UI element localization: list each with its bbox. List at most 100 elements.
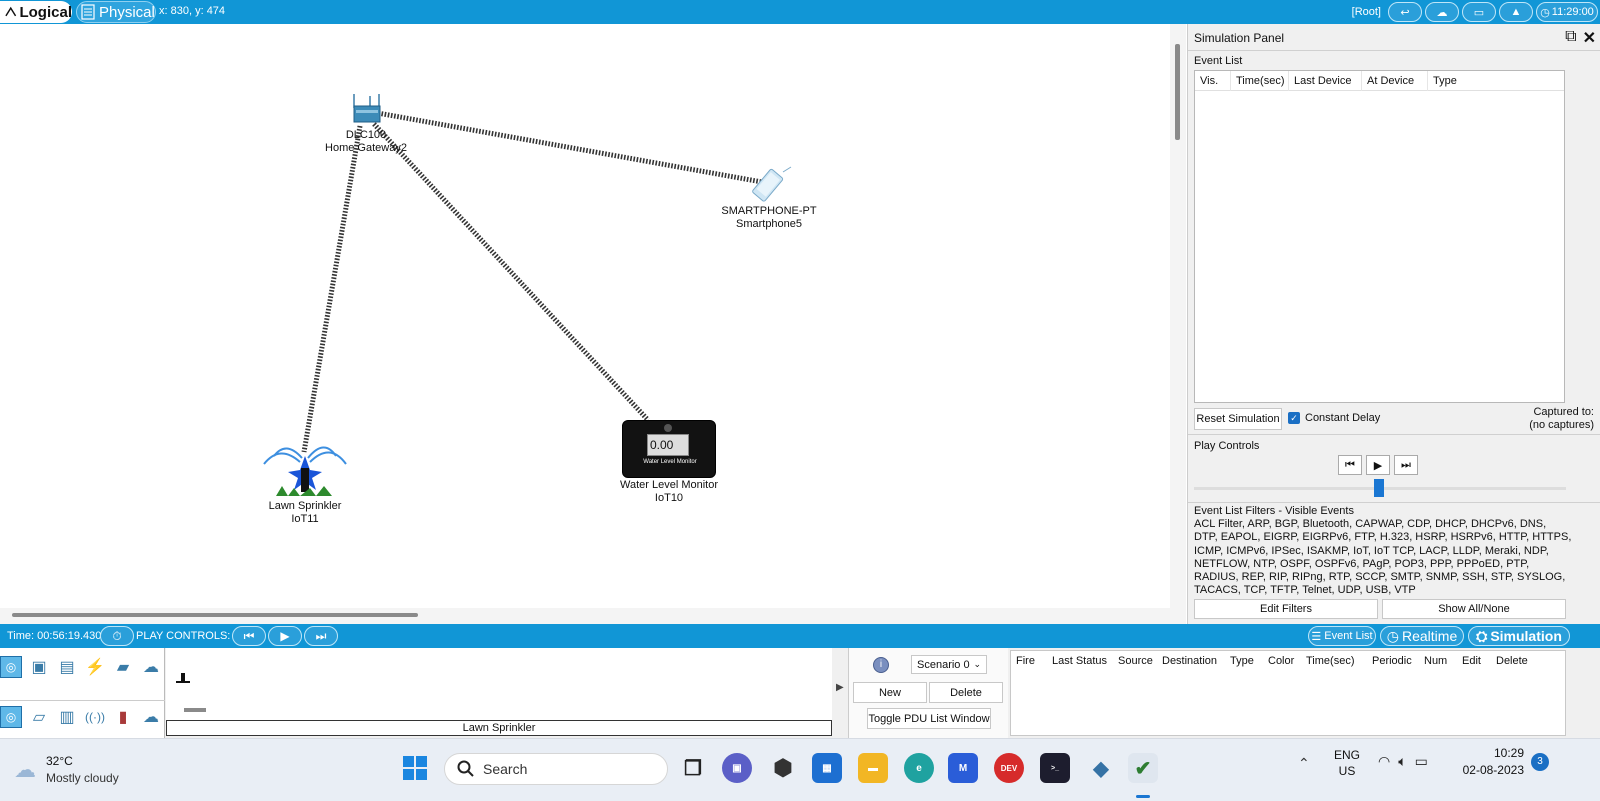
taskbar-clock[interactable]: 10:29 02-08-2023 <box>1458 745 1524 779</box>
task-view-button[interactable]: ❐ <box>678 753 708 783</box>
routers-subcategory[interactable]: ◎ <box>0 706 22 728</box>
weather-widget[interactable]: ☁ 32°C Mostly cloudy <box>12 751 142 791</box>
miscellaneous-category[interactable]: ▰ <box>112 656 134 678</box>
expand-arrow-icon[interactable]: ▶ <box>836 682 844 693</box>
bottom-play-button[interactable]: ▶ <box>268 626 302 646</box>
device-list[interactable] <box>166 648 832 720</box>
components-category[interactable]: ▤ <box>56 656 78 678</box>
pdu-col-last-status[interactable]: Last Status <box>1049 655 1115 667</box>
workspace-vertical-scrollbar[interactable] <box>1170 24 1186 608</box>
tab-physical[interactable]: Physical <box>76 1 156 23</box>
pdu-col-num[interactable]: Num <box>1421 655 1459 667</box>
constant-delay-checkbox[interactable]: ✓ <box>1288 412 1300 424</box>
edge-button[interactable]: e <box>904 753 934 783</box>
col-vis[interactable]: Vis. <box>1195 70 1231 91</box>
monitor-screen-caption: Water Level Monitor <box>643 459 697 465</box>
water-level-monitor-device[interactable]: 0.00 Water Level Monitor <box>622 420 716 478</box>
workspace-horizontal-scrollbar[interactable] <box>0 608 1186 624</box>
pdu-col-fire[interactable]: Fire <box>1011 655 1049 667</box>
pdu-list-table[interactable]: Fire Last Status Source Destination Type… <box>1010 650 1566 736</box>
teams-button[interactable]: ▣ <box>722 753 752 783</box>
home-gateway-device[interactable] <box>352 94 384 124</box>
app-ms-button[interactable]: M <box>948 753 978 783</box>
col-last-device[interactable]: Last Device <box>1289 70 1362 91</box>
bottom-step-forward-button[interactable]: ⏭ <box>304 626 338 646</box>
python-button[interactable]: ◆ <box>1086 753 1116 783</box>
pdu-col-time[interactable]: Time(sec) <box>1303 655 1369 667</box>
devcpp-icon: DEV <box>1000 763 1018 773</box>
pdu-col-periodic[interactable]: Periodic <box>1369 655 1421 667</box>
show-all-none-button[interactable]: Show All/None <box>1382 599 1566 619</box>
clock-button[interactable]: ◷ 11:29:00 <box>1536 2 1598 22</box>
col-at-device[interactable]: At Device <box>1362 70 1428 91</box>
network-devices-category[interactable]: ◎ <box>0 656 22 678</box>
simulation-panel-title: Simulation Panel <box>1194 31 1285 45</box>
multiuser-category[interactable]: ☁ <box>140 656 162 678</box>
close-icon[interactable]: ✕ <box>1583 28 1596 48</box>
reset-simulation-button[interactable]: Reset Simulation <box>1194 408 1282 430</box>
root-breadcrumb[interactable]: [Root] <box>1352 6 1381 18</box>
pdu-col-color[interactable]: Color <box>1265 655 1303 667</box>
event-list-toggle-button[interactable]: ☰ Event List <box>1308 626 1376 646</box>
packet-tracer-button[interactable]: ✔ <box>1128 753 1158 783</box>
simulation-mode-button[interactable]: ⛭ Simulation <box>1468 626 1570 646</box>
event-list-header: Vis. Time(sec) Last Device At Device Typ… <box>1195 70 1564 91</box>
event-list-table[interactable]: Vis. Time(sec) Last Device At Device Typ… <box>1194 70 1565 403</box>
horizontal-scroll-thumb[interactable] <box>12 613 418 617</box>
devcpp-button[interactable]: DEV <box>994 753 1024 783</box>
info-icon[interactable]: i <box>873 657 889 673</box>
connections-category[interactable]: ⚡ <box>84 656 106 678</box>
top-right-controls: [Root] ↩ ☁ ▭ ▲ ◷ 11:29:00 <box>1352 1 1598 23</box>
chevron-up-icon[interactable]: ⌃ <box>1298 755 1310 772</box>
vertical-scroll-thumb[interactable] <box>1175 44 1180 140</box>
logical-workspace[interactable]: DLC100 Home Gateway2 SMARTPHONE-PT Smart… <box>0 24 1170 608</box>
scenario-select[interactable]: Scenario 0 ⌄ <box>911 655 987 674</box>
active-app-indicator <box>1136 795 1150 798</box>
wireless-subcategory[interactable]: ((·)) <box>84 706 106 728</box>
pdu-col-delete[interactable]: Delete <box>1493 655 1543 667</box>
viewport-button[interactable]: ▭ <box>1462 2 1496 22</box>
pdu-col-edit[interactable]: Edit <box>1459 655 1493 667</box>
end-devices-category[interactable]: ▣ <box>28 656 50 678</box>
pdu-col-source[interactable]: Source <box>1115 655 1159 667</box>
col-time[interactable]: Time(sec) <box>1231 70 1289 91</box>
app-cube-button[interactable]: ⬢ <box>768 753 798 783</box>
lawn-sprinkler-item[interactable] <box>176 672 190 683</box>
wireless-icon: ((·)) <box>85 710 105 724</box>
language-indicator[interactable]: ENG US <box>1334 747 1360 779</box>
back-button[interactable]: ↩ <box>1388 2 1422 22</box>
pdu-col-type[interactable]: Type <box>1227 655 1265 667</box>
system-tray-icons[interactable]: ◠ 🔈︎ ▭ <box>1378 753 1428 770</box>
edit-filters-button[interactable]: Edit Filters <box>1194 599 1378 619</box>
step-forward-button[interactable]: ⏭ <box>1394 455 1418 475</box>
microsoft-store-button[interactable]: ▦ <box>812 753 842 783</box>
background-image-button[interactable]: ▲ <box>1499 2 1533 22</box>
wan-emulation-subcategory[interactable]: ☁ <box>140 706 162 728</box>
constant-delay-option[interactable]: ✓ Constant Delay <box>1288 412 1380 424</box>
restore-window-icon[interactable]: ⧉ <box>1565 28 1576 48</box>
toggle-pdu-list-button[interactable]: Toggle PDU List Window <box>867 708 991 729</box>
play-button[interactable]: ▶ <box>1366 455 1390 475</box>
terminal-button[interactable]: >_ <box>1040 753 1070 783</box>
step-back-button[interactable]: ⏮ <box>1338 455 1362 475</box>
taskbar-search-box[interactable]: Search <box>444 753 668 785</box>
new-scenario-button[interactable]: New <box>853 682 927 703</box>
notification-badge[interactable]: 3 <box>1531 753 1549 771</box>
lawn-sprinkler-device[interactable] <box>260 436 350 498</box>
file-explorer-button[interactable]: ▬ <box>858 753 888 783</box>
col-type[interactable]: Type <box>1428 71 1488 91</box>
cluster-button[interactable]: ☁ <box>1425 2 1459 22</box>
bottom-step-back-button[interactable]: ⏮ <box>232 626 266 646</box>
device-list-scroll-thumb[interactable] <box>184 708 206 712</box>
realtime-mode-button[interactable]: ◷ Realtime <box>1380 626 1464 646</box>
tab-logical[interactable]: Logical <box>0 1 72 23</box>
pdu-col-destination[interactable]: Destination <box>1159 655 1227 667</box>
hubs-subcategory[interactable]: ▥ <box>56 706 78 728</box>
security-subcategory[interactable]: ▮ <box>112 706 134 728</box>
start-button[interactable] <box>400 753 430 783</box>
switches-subcategory[interactable]: ▱ <box>28 706 50 728</box>
delete-scenario-button[interactable]: Delete <box>929 682 1003 703</box>
power-cycle-button[interactable]: ⏱ <box>100 626 134 646</box>
smartphone-device[interactable] <box>745 166 793 206</box>
speed-slider-handle[interactable] <box>1374 479 1384 497</box>
